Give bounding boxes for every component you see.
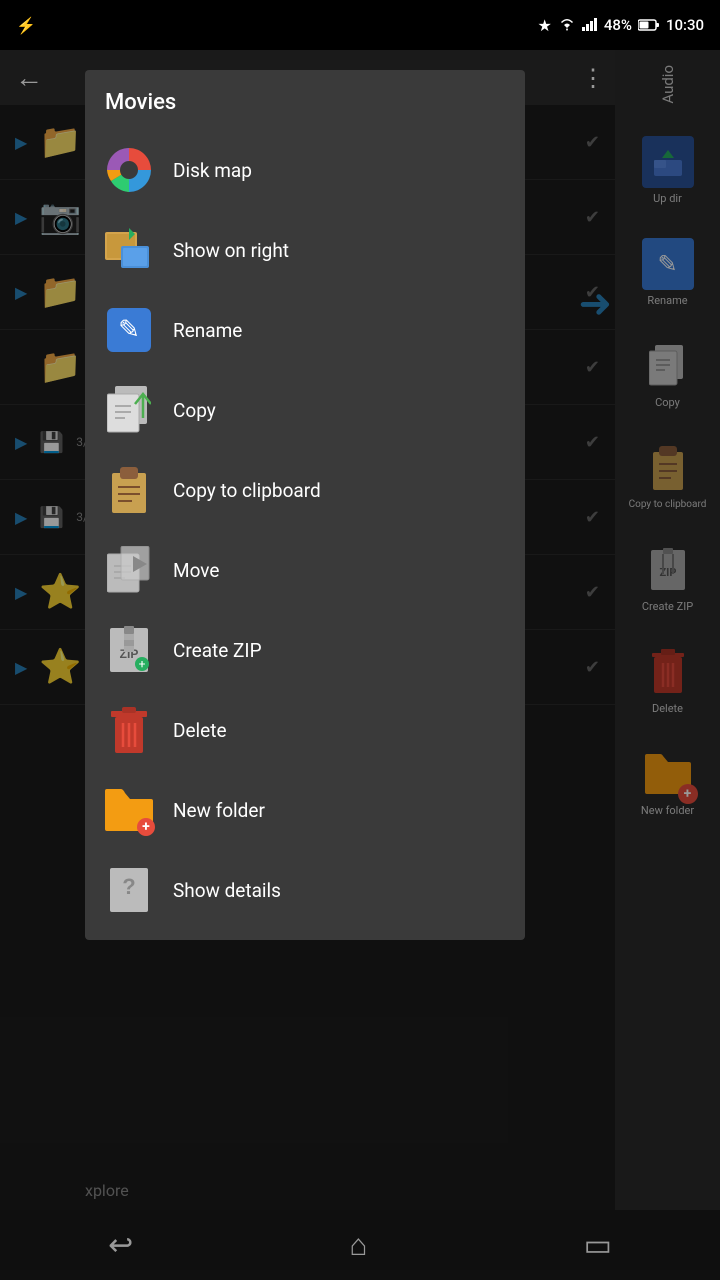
bluetooth-icon: ★ bbox=[537, 16, 551, 35]
time-display: 10:30 bbox=[666, 16, 704, 34]
menu-item-show-details-label: Show details bbox=[173, 879, 281, 902]
menu-item-create-zip-label: Create ZIP bbox=[173, 639, 262, 662]
battery-icon bbox=[638, 16, 660, 35]
move-icon bbox=[105, 546, 153, 594]
battery-percent: 48% bbox=[604, 16, 632, 34]
context-menu-title: Movies bbox=[85, 70, 525, 130]
details-icon: ? bbox=[105, 866, 153, 914]
menu-item-delete-label: Delete bbox=[173, 719, 227, 742]
disk-map-icon bbox=[105, 146, 153, 194]
new-folder-plus-icon: + bbox=[137, 818, 155, 836]
svg-text:+: + bbox=[139, 657, 146, 671]
menu-item-disk-map-label: Disk map bbox=[173, 159, 252, 182]
usb-icon: ⚡ bbox=[16, 16, 36, 35]
status-right: ★ 48% 10:30 bbox=[537, 16, 704, 35]
delete-icon bbox=[105, 706, 153, 754]
menu-item-rename[interactable]: ✎ Rename bbox=[85, 290, 525, 370]
menu-item-show-details[interactable]: ? Show details bbox=[85, 850, 525, 930]
svg-text:?: ? bbox=[122, 874, 135, 899]
rename-icon-box: ✎ bbox=[107, 308, 151, 352]
status-left: ⚡ bbox=[16, 16, 36, 35]
menu-item-show-on-right[interactable]: Show on right bbox=[85, 210, 525, 290]
wifi-icon bbox=[558, 16, 576, 35]
menu-item-copy-clipboard[interactable]: Copy to clipboard bbox=[85, 450, 525, 530]
menu-item-move-label: Move bbox=[173, 559, 219, 582]
menu-item-move[interactable]: Move bbox=[85, 530, 525, 610]
menu-item-new-folder[interactable]: + New folder bbox=[85, 770, 525, 850]
show-right-icon bbox=[105, 226, 153, 274]
menu-item-delete[interactable]: Delete bbox=[85, 690, 525, 770]
menu-item-show-right-label: Show on right bbox=[173, 239, 289, 262]
menu-item-new-folder-label: New folder bbox=[173, 799, 265, 822]
menu-item-disk-map[interactable]: Disk map bbox=[85, 130, 525, 210]
menu-item-rename-label: Rename bbox=[173, 319, 242, 342]
context-menu: Movies Disk map Sho bbox=[85, 70, 525, 940]
zip-icon: ZIP + bbox=[105, 626, 153, 674]
rename-icon: ✎ bbox=[105, 306, 153, 354]
menu-item-copy[interactable]: Copy bbox=[85, 370, 525, 450]
status-bar: ⚡ ★ 48% 10:30 bbox=[0, 0, 720, 50]
menu-item-copy-clipboard-label: Copy to clipboard bbox=[173, 479, 321, 502]
signal-icon bbox=[582, 16, 598, 35]
new-folder-icon: + bbox=[105, 786, 153, 834]
menu-item-copy-label: Copy bbox=[173, 399, 216, 422]
menu-item-create-zip[interactable]: ZIP + Create ZIP bbox=[85, 610, 525, 690]
clipboard-icon bbox=[105, 466, 153, 514]
copy-icon bbox=[105, 386, 153, 434]
